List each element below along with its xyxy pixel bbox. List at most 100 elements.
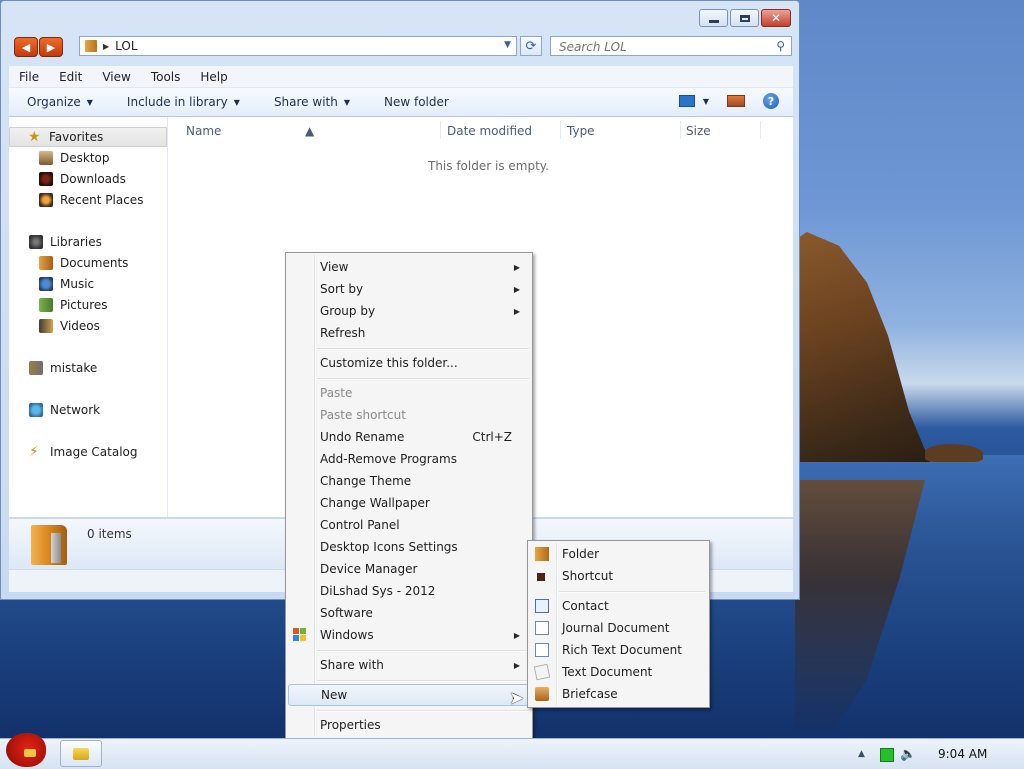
column-divider[interactable] <box>560 121 561 139</box>
menu-item-dilshad-sys[interactable]: DiLshad Sys - 2012 <box>288 580 530 602</box>
network-status-icon[interactable] <box>880 748 894 762</box>
image-catalog-icon: ⚡ <box>29 444 39 460</box>
menu-edit[interactable]: Edit <box>49 70 92 84</box>
menu-separator <box>317 650 529 652</box>
search-box[interactable]: ⚲ <box>550 36 792 56</box>
nav-image-catalog[interactable]: ⚡ Image Catalog <box>9 442 187 462</box>
forward-button[interactable]: ▶ <box>39 37 63 57</box>
search-input[interactable] <box>557 38 761 56</box>
toolbar-right: ▼ ? <box>678 93 779 109</box>
journal-document-icon <box>535 621 549 635</box>
menu-item-paste-shortcut: Paste shortcut <box>288 404 530 426</box>
sort-ascending-icon: ▲ <box>305 124 315 138</box>
close-button[interactable]: ✕ <box>761 9 791 27</box>
menu-item-label: Refresh <box>320 326 366 340</box>
submenu-arrow-icon: ▶ <box>513 284 520 294</box>
windows-logo-icon <box>293 628 307 642</box>
new-text-document-item[interactable]: Text Document <box>530 661 707 683</box>
menu-item-properties[interactable]: Properties <box>288 714 530 736</box>
search-icon[interactable]: ⚲ <box>776 39 785 53</box>
refresh-button[interactable]: ⟳ <box>520 36 542 56</box>
help-icon[interactable]: ? <box>763 93 779 109</box>
nav-favorites[interactable]: ★ Favorites <box>9 127 167 147</box>
organize-label: Organize <box>27 95 81 109</box>
nav-downloads-label: Downloads <box>60 172 126 186</box>
menu-item-paste: Paste <box>288 382 530 404</box>
breadcrumb-current[interactable]: LOL <box>115 39 137 53</box>
nav-user-label: mistake <box>50 361 98 375</box>
nav-libraries[interactable]: Libraries <box>9 232 187 252</box>
breadcrumb-separator-icon[interactable]: ▶ <box>103 42 109 51</box>
menu-item-refresh[interactable]: Refresh <box>288 322 530 344</box>
column-size[interactable]: Size <box>686 124 711 138</box>
column-divider[interactable] <box>680 121 681 139</box>
chevron-down-icon: ▼ <box>702 96 709 106</box>
taskbar-explorer-button[interactable] <box>60 740 102 767</box>
submenu-arrow-icon: ▶ <box>513 630 520 640</box>
menu-item-label: Group by <box>320 304 376 318</box>
preview-pane-icon[interactable] <box>727 95 745 107</box>
wallpaper-rock <box>925 444 983 462</box>
column-divider[interactable] <box>760 121 761 139</box>
new-journal-document-item[interactable]: Journal Document <box>530 617 707 639</box>
menu-item-sort-by[interactable]: Sort by ▶ <box>288 278 530 300</box>
menu-item-change-theme[interactable]: Change Theme <box>288 470 530 492</box>
column-type[interactable]: Type <box>567 124 595 138</box>
documents-icon <box>39 256 53 270</box>
menu-item-device-manager[interactable]: Device Manager <box>288 558 530 580</box>
menu-item-label: Paste <box>320 386 353 400</box>
chevron-down-icon: ▼ <box>233 97 240 107</box>
menu-item-new[interactable]: New ▶ <box>288 684 530 706</box>
new-contact-item[interactable]: Contact <box>530 595 707 617</box>
navigation-pane: ★ Favorites Desktop Downloads Recent Pla… <box>9 117 168 517</box>
new-shortcut-item[interactable]: Shortcut <box>530 565 707 587</box>
menu-item-group-by[interactable]: Group by ▶ <box>288 300 530 322</box>
menu-item-label: Text Document <box>562 665 653 679</box>
menu-item-control-panel[interactable]: Control Panel <box>288 514 530 536</box>
shortcut-label: Ctrl+Z <box>472 430 512 444</box>
rich-text-document-icon <box>535 643 549 657</box>
new-folder-item[interactable]: Folder <box>530 543 707 565</box>
start-button[interactable] <box>0 731 50 769</box>
menu-tools[interactable]: Tools <box>141 70 191 84</box>
menu-item-label: Desktop Icons Settings <box>320 540 458 554</box>
contact-icon <box>535 599 549 613</box>
new-briefcase-item[interactable]: Briefcase <box>530 683 707 705</box>
caption-buttons: ✕ <box>699 9 791 27</box>
refresh-icon: ⟳ <box>525 38 537 54</box>
menu-help[interactable]: Help <box>190 70 237 84</box>
maximize-button[interactable] <box>730 9 759 27</box>
nav-network[interactable]: Network <box>9 400 187 420</box>
back-button[interactable]: ◀ <box>14 37 38 57</box>
nav-user-folder[interactable]: mistake <box>9 358 187 378</box>
change-view-button[interactable]: ▼ <box>678 95 709 107</box>
menu-item-change-wallpaper[interactable]: Change Wallpaper <box>288 492 530 514</box>
share-with-button[interactable]: Share with ▼ <box>256 95 366 109</box>
menu-item-undo-rename[interactable]: Undo Rename Ctrl+Z <box>288 426 530 448</box>
clock[interactable]: 9:04 AM <box>938 747 987 761</box>
menu-item-desktop-icons-settings[interactable]: Desktop Icons Settings <box>288 536 530 558</box>
menu-item-customize-folder[interactable]: Customize this folder... <box>288 352 530 374</box>
minimize-button[interactable] <box>699 9 728 27</box>
include-in-library-button[interactable]: Include in library ▼ <box>109 95 256 109</box>
new-rich-text-document-item[interactable]: Rich Text Document <box>530 639 707 661</box>
volume-icon[interactable]: 🔈 <box>900 747 916 762</box>
menu-file[interactable]: File <box>9 70 49 84</box>
address-dropdown-icon[interactable]: ▼ <box>504 40 511 50</box>
column-name[interactable]: Name <box>186 124 221 138</box>
menu-item-share-with[interactable]: Share with ▶ <box>288 654 530 676</box>
menu-view[interactable]: View <box>92 70 140 84</box>
organize-button[interactable]: Organize ▼ <box>9 95 109 109</box>
show-hidden-icons-icon[interactable]: ▲ <box>858 749 865 759</box>
menu-separator <box>317 378 529 380</box>
submenu-arrow-icon: ▶ <box>513 306 520 316</box>
libraries-icon <box>29 235 43 249</box>
menu-item-add-remove-programs[interactable]: Add-Remove Programs <box>288 448 530 470</box>
address-bar[interactable]: ▶ LOL ▼ <box>79 36 517 56</box>
column-divider[interactable] <box>440 121 441 139</box>
menu-item-software[interactable]: Software <box>288 602 530 624</box>
column-date-modified[interactable]: Date modified <box>447 124 532 138</box>
menu-item-view[interactable]: View ▶ <box>288 256 530 278</box>
menu-item-windows[interactable]: Windows ▶ <box>288 624 530 646</box>
new-folder-button[interactable]: New folder <box>366 95 465 109</box>
